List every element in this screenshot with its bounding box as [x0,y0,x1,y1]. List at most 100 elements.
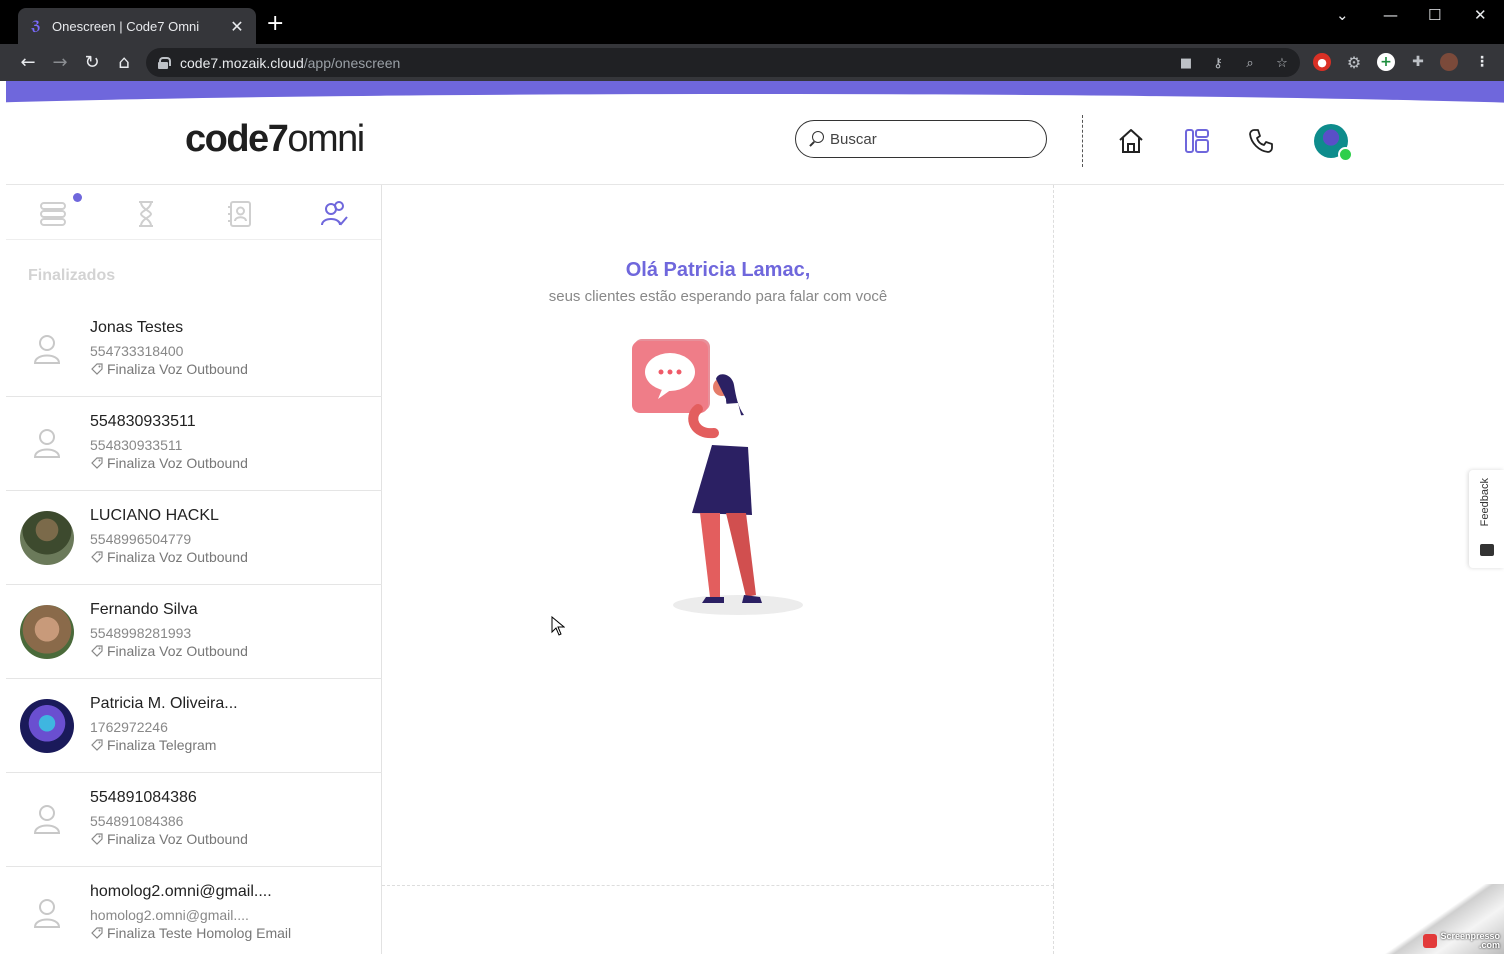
online-status-icon [1338,147,1353,162]
tag-icon [91,645,103,657]
app-logo[interactable]: code7omni [185,118,365,161]
contact-tag-label: Finaliza Voz Outbound [107,361,248,377]
list-item[interactable]: 554830933511 554830933511 Finaliza Voz O… [6,397,382,491]
address-bar[interactable]: code7.mozaik.cloud/app/onescreen ■ ⚷ ⌕ ☆ [146,48,1300,77]
list-item[interactable]: Patricia M. Oliveira... 1762972246 Final… [6,679,382,773]
contact-name: 554830933511 [90,413,196,430]
screenpresso-text: Screenpresso .com [1440,932,1500,950]
browser-titlebar: ℨ Onescreen | Code7 Omni ✕ + ⌄ — ☐ ✕ [0,0,1504,44]
favicon-icon: ℨ [31,18,41,34]
user-placeholder-icon [33,805,61,834]
feedback-tab[interactable]: Feedback [1469,470,1504,568]
contact-photo-avatar [20,605,74,659]
list-item[interactable]: 554891084386 554891084386 Finaliza Voz O… [6,773,382,867]
contact-name: 554891084386 [90,789,197,806]
welcome-panel: Olá Patricia Lamac, seus clientes estão … [382,185,1054,886]
dashboard-icon[interactable] [1182,126,1212,156]
logo-bold: code7 [185,118,289,160]
contact-name: Patricia M. Oliveira... [90,695,238,712]
forward-icon[interactable]: → [48,50,72,74]
screenpresso-logo-icon [1423,934,1438,948]
minimize-icon[interactable]: — [1383,6,1398,24]
browser-menu-icon[interactable]: ⋮ [1473,53,1491,71]
phone-icon[interactable] [1246,126,1276,156]
section-title: Finalizados [28,267,116,284]
bookmark-star-icon[interactable]: ☆ [1274,55,1290,71]
contact-phone: homolog2.omni@gmail.... [90,907,249,923]
contact-tag-label: Finaliza Telegram [107,737,217,753]
home-browser-icon[interactable]: ⌂ [112,50,136,74]
back-icon[interactable]: ← [16,50,40,74]
extensions-puzzle-icon[interactable]: ✚ [1409,53,1427,71]
user-avatar[interactable] [1314,124,1353,162]
logo-light: omni [287,118,365,160]
contact-name: LUCIANO HACKL [90,507,219,524]
feedback-icon [1480,544,1494,556]
user-placeholder-icon [33,429,61,458]
close-window-icon[interactable]: ✕ [1474,6,1487,24]
url-path: /app/onescreen [303,54,401,71]
contact-phone: 5548996504779 [90,531,192,547]
reload-icon[interactable]: ↻ [80,50,104,74]
contact-tag: Finaliza Teste Homolog Email [90,925,291,941]
tag-icon [91,457,103,469]
contact-list: Jonas Testes 554733318400 Finaliza Voz O… [6,303,382,954]
key-icon[interactable]: ⚷ [1210,55,1226,71]
tab-search-icon[interactable]: ⌄ [1336,6,1349,24]
contact-tag: Finaliza Voz Outbound [90,549,248,565]
extension-red-icon[interactable]: ● [1313,53,1331,71]
contact-phone: 554891084386 [90,813,184,829]
contact-name: Fernando Silva [90,601,198,618]
contact-tag: Finaliza Voz Outbound [90,361,248,377]
extension-plus-icon[interactable]: + [1377,53,1395,71]
contacts-book-icon[interactable] [225,199,255,229]
stack-icon[interactable] [38,199,68,229]
app-header: code7omni [6,100,1504,185]
tab-close-icon[interactable]: ✕ [228,17,246,36]
maximize-icon[interactable]: ☐ [1428,6,1441,24]
contact-tag-label: Finaliza Voz Outbound [107,831,248,847]
profile-avatar-icon[interactable] [1440,53,1458,71]
center-footer-area [382,886,1054,954]
contact-name: Jonas Testes [90,319,184,336]
list-item[interactable]: homolog2.omni@gmail.... homolog2.omni@gm… [6,867,382,954]
list-item[interactable]: LUCIANO HACKL 5548996504779 Finaliza Voz… [6,491,382,585]
contact-phone: 1762972246 [90,719,168,735]
contact-phone: 554733318400 [90,343,184,359]
list-item[interactable]: Fernando Silva 5548998281993 Finaliza Vo… [6,585,382,679]
zoom-icon[interactable]: ⌕ [1242,55,1258,71]
greeting-subtitle: seus clientes estão esperando para falar… [548,288,888,305]
contact-tag: Finaliza Voz Outbound [90,455,248,471]
camera-icon[interactable]: ■ [1178,55,1194,71]
list-item[interactable]: Jonas Testes 554733318400 Finaliza Voz O… [6,303,382,397]
contact-tag-label: Finaliza Voz Outbound [107,455,248,471]
screenpresso-watermark: Screenpresso .com [1423,932,1500,950]
woman-chat-illustration [632,339,803,615]
extension-gear-icon[interactable]: ⚙ [1345,53,1363,72]
tag-icon [91,551,103,563]
contact-tag-label: Finaliza Teste Homolog Email [107,925,292,941]
user-placeholder-icon [33,899,61,928]
url-host: code7.mozaik.cloud [180,54,304,71]
contact-name: homolog2.omni@gmail.... [90,883,272,900]
tag-icon [91,927,103,939]
screenpresso-line2: .com [1478,940,1500,950]
search-box[interactable] [795,120,1047,158]
contact-photo-avatar [20,511,74,565]
contact-tag: Finaliza Voz Outbound [90,831,248,847]
contact-photo-avatar [20,699,74,753]
contact-tag-label: Finaliza Voz Outbound [107,549,248,565]
home-icon[interactable] [1116,126,1146,156]
notification-dot [73,193,82,202]
users-check-icon[interactable] [319,199,349,229]
search-input[interactable] [830,130,1030,148]
tag-icon [91,363,103,375]
tab-title: Onescreen | Code7 Omni [52,18,200,34]
feedback-label: Feedback [1479,478,1491,527]
sidebar-tabs [6,185,381,240]
new-tab-button[interactable]: + [266,13,284,35]
contact-tag: Finaliza Telegram [90,737,216,753]
contact-tag-label: Finaliza Voz Outbound [107,643,248,659]
browser-tab[interactable]: ℨ Onescreen | Code7 Omni ✕ [18,8,256,44]
hourglass-icon[interactable] [131,199,161,229]
